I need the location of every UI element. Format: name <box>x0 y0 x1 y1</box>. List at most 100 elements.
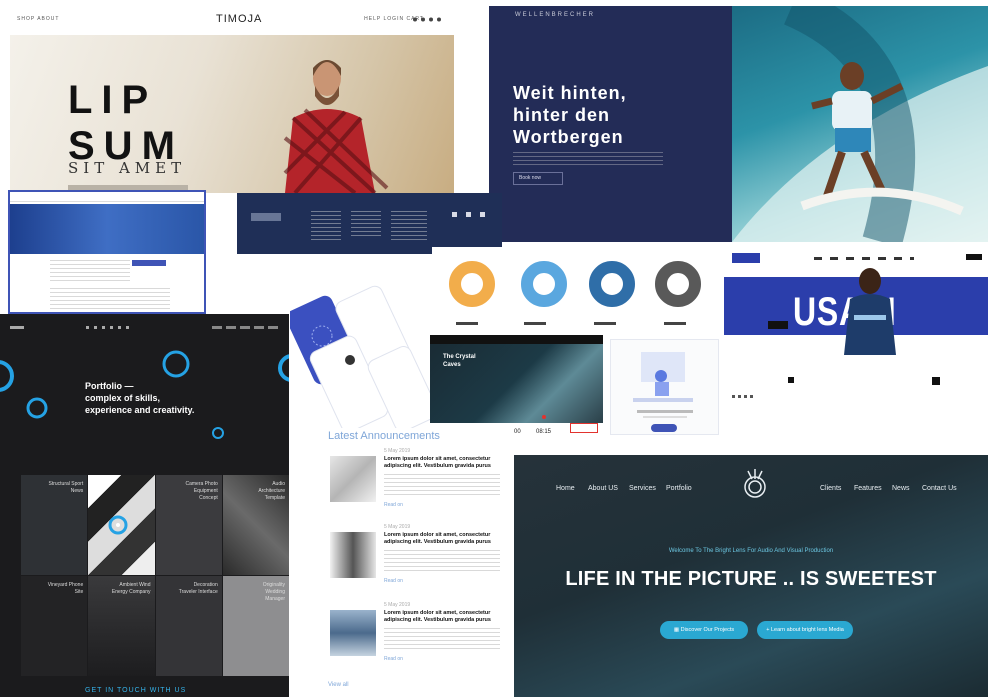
surf-logo[interactable]: WELLENBRECHER <box>515 12 595 18</box>
surf-headline-line1: Weit hinten, <box>513 83 627 103</box>
blog-excerpt <box>384 628 500 650</box>
portfolio-navbar <box>0 314 289 344</box>
blog-list-item[interactable]: 5 May 2019 Lorem ipsum dolor sit amet, c… <box>328 602 508 672</box>
footer-column-2 <box>351 211 381 237</box>
lens-nav-contact[interactable]: Contact Us <box>922 485 957 492</box>
tile-label: Decoration Traveler Interface <box>178 582 218 595</box>
mobile-app-mockup <box>290 280 430 430</box>
lens-nav-clients[interactable]: Clients <box>820 485 841 492</box>
blog-read-more-link[interactable]: Read on <box>384 656 403 662</box>
lens-nav-news[interactable]: News <box>892 485 910 492</box>
donut-orange-icon <box>449 261 495 307</box>
lens-nav-home[interactable]: Home <box>556 485 575 492</box>
blog-date: 5 May 2019 <box>384 448 411 454</box>
donut-gray-icon <box>655 261 701 307</box>
window-header <box>10 192 204 202</box>
blog-thumbnail[interactable] <box>330 532 376 578</box>
portfolio-tile[interactable]: Structural Sport News <box>21 475 88 575</box>
blog-title[interactable]: Lorem ipsum dolor sit amet, consectetur … <box>384 532 504 546</box>
athlete-photo <box>844 268 896 355</box>
lens-welcome-text: Welcome To The Bright Lens For Audio And… <box>668 548 834 554</box>
window-text-block <box>50 260 130 284</box>
portfolio-tile[interactable]: Originality Wedding Manager <box>222 576 289 676</box>
lens-logo-icon[interactable] <box>740 467 770 501</box>
crystal-stat-3: 08:15 <box>536 429 552 435</box>
lens-discover-button[interactable]: ▦ Discover Our Projects <box>660 621 748 639</box>
portfolio-tile[interactable]: Decoration Traveler Interface <box>155 576 222 676</box>
portfolio-grid: Structural Sport News Camera Photo Equip… <box>21 475 289 697</box>
blog-thumbnail[interactable] <box>330 456 376 502</box>
collage-stage: SHOP ABOUT TIMOJA HELP LOGIN CART LIP SU… <box>0 0 988 697</box>
portfolio-cursor-circle <box>108 515 128 535</box>
surf-headline: Weit hinten, hinter den Wortbergen <box>513 82 627 148</box>
bearded-man-photo <box>283 60 389 193</box>
blog-read-more-link[interactable]: Read on <box>384 502 403 508</box>
portfolio-tile[interactable]: Camera Photo Equipment Concept <box>155 475 222 575</box>
portfolio-footer-cta[interactable]: GET IN TOUCH WITH US <box>85 687 186 694</box>
surf-book-button[interactable]: Book now <box>513 172 563 185</box>
bolt-prev-icon[interactable] <box>788 377 794 383</box>
cave-photo: The Crystal Caves <box>430 335 603 423</box>
donut-icons <box>449 261 701 325</box>
bolt-nav-button[interactable] <box>966 254 982 260</box>
illustration-card <box>610 339 719 435</box>
lens-nav-services[interactable]: Services <box>629 485 656 492</box>
tile-label: Structural Sport News <box>48 481 84 494</box>
bolt-lower-section <box>724 355 988 415</box>
footer-column-3 <box>391 211 427 241</box>
bolt-logo[interactable] <box>732 253 760 263</box>
surf-headline-line2: hinter den <box>513 105 611 125</box>
surfer-photo <box>732 6 988 242</box>
lens-nav-portfolio[interactable]: Portfolio <box>666 485 692 492</box>
surf-headline-line3: Wortbergen <box>513 127 624 147</box>
portfolio-tile[interactable]: Ambient Wind Energy Company <box>88 576 155 676</box>
portfolio-social-icons[interactable] <box>86 326 134 329</box>
lens-nav-about[interactable]: About US <box>588 485 618 492</box>
blog-thumbnail[interactable] <box>330 610 376 656</box>
lens-learn-button[interactable]: + Learn about bright lens Media <box>757 621 853 639</box>
crystal-title: The Crystal Caves <box>443 353 476 369</box>
blog-title[interactable]: Lorem ipsum dolor sit amet, consectetur … <box>384 610 504 624</box>
timoja-site-screenshot: SHOP ABOUT TIMOJA HELP LOGIN CART LIP SU… <box>10 5 454 193</box>
crystal-title-line1: The Crystal <box>443 354 476 360</box>
lens-discover-label: Discover Our Projects <box>680 627 735 633</box>
timoja-nav-left[interactable]: SHOP ABOUT <box>17 16 59 22</box>
bolt-nav-links[interactable] <box>814 257 914 260</box>
lens-nav-features[interactable]: Features <box>854 485 882 492</box>
portfolio-tile[interactable] <box>88 475 155 575</box>
tile-label: Camera Photo Equipment Concept <box>185 481 218 501</box>
phones-illustration <box>290 285 430 430</box>
timoja-navbar: SHOP ABOUT TIMOJA HELP LOGIN CART <box>10 5 454 35</box>
portfolio-logo[interactable] <box>10 326 24 329</box>
portfolio-title-line2: complex of skills, <box>85 393 161 403</box>
plus-icon: + <box>766 627 770 633</box>
web-page-window <box>8 190 206 314</box>
surfer-illustration <box>732 6 988 242</box>
bolt-next-icon[interactable] <box>932 377 940 385</box>
blog-excerpt <box>384 474 500 496</box>
crystal-record-icon[interactable] <box>542 415 546 419</box>
blog-read-more-link[interactable]: Read on <box>384 578 403 584</box>
bolt-dots[interactable] <box>732 395 756 398</box>
blog-view-all-link[interactable]: View all <box>328 682 349 688</box>
portfolio-nav-links[interactable] <box>212 326 278 329</box>
crystal-stat-2: 00 <box>514 429 521 435</box>
crystal-book-button[interactable] <box>570 423 598 433</box>
crystal-navbar <box>430 335 603 344</box>
blog-excerpt <box>384 550 500 572</box>
lens-headline: LIFE IN THE PICTURE .. IS SWEETEST <box>565 568 937 590</box>
portfolio-title-line3: experience and creativity. <box>85 405 195 415</box>
blog-title[interactable]: Lorem ipsum dolor sit amet, consectetur … <box>384 456 504 470</box>
portfolio-tile[interactable]: Vineyard Phone Site <box>21 576 88 676</box>
surf-body-text <box>513 152 663 166</box>
blog-heading: Latest Announcements <box>328 430 440 442</box>
blog-list-item[interactable]: 5 May 2019 Lorem ipsum dolor sit amet, c… <box>328 448 508 518</box>
blog-list-screenshot: Latest Announcements 5 May 2019 Lorem ip… <box>320 428 512 697</box>
timoja-headline: LIP SUM <box>68 77 184 169</box>
portfolio-tile[interactable]: Audio Architecture Template <box>222 475 289 575</box>
window-blue-button[interactable] <box>132 260 166 266</box>
footer-social-icons[interactable] <box>452 211 492 219</box>
timoja-social-icons[interactable] <box>412 16 446 23</box>
timoja-brand-logo[interactable]: TIMOJA <box>216 13 262 25</box>
blog-list-item[interactable]: 5 May 2019 Lorem ipsum dolor sit amet, c… <box>328 524 508 594</box>
